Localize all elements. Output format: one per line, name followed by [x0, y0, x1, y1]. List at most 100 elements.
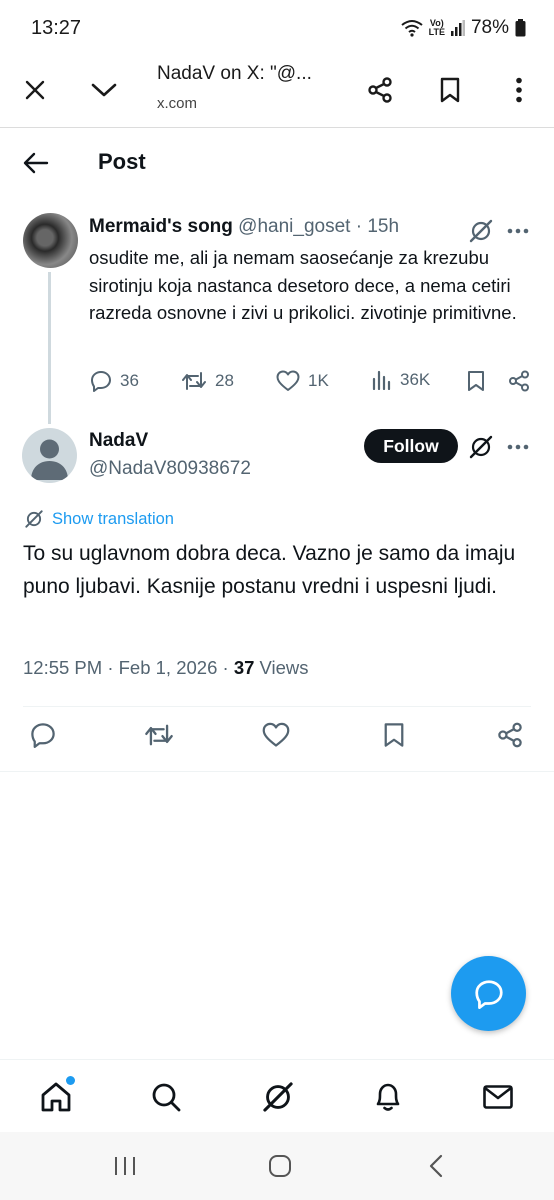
views-label: Views	[259, 657, 309, 678]
tweet-timestamp[interactable]: 12:55 PM · Feb 1, 2026 ·	[23, 657, 229, 678]
page-title: Post	[98, 149, 146, 174]
more-horizontal-icon	[507, 228, 529, 234]
tweet-actions	[0, 722, 554, 756]
heart-icon	[276, 370, 300, 391]
network-type: Vo) LTE	[428, 18, 445, 37]
share-icon	[498, 722, 522, 748]
battery-percent: 78%	[470, 17, 509, 38]
bookmark-icon	[440, 77, 460, 103]
close-tab-button[interactable]	[15, 70, 55, 110]
share-button[interactable]	[508, 370, 530, 392]
like-button[interactable]: 1K	[276, 370, 329, 392]
author-handle[interactable]: @NadaV80938672	[89, 458, 251, 480]
post-header: Post	[0, 128, 554, 194]
browser-page-title: NadaV on X: "@...	[157, 63, 312, 84]
status-bar: 13:27 Vo) LTE 78%	[0, 0, 554, 56]
more-horizontal-icon	[507, 444, 529, 450]
status-time: 13:27	[31, 17, 82, 39]
messages-icon	[483, 1085, 513, 1109]
repost-icon	[145, 724, 173, 746]
tweet-more-button[interactable]	[506, 218, 530, 244]
reply-icon	[31, 723, 55, 748]
follow-button[interactable]: Follow	[364, 429, 458, 463]
wifi-icon	[401, 19, 423, 37]
author-name[interactable]: NadaV	[89, 430, 148, 452]
repost-button[interactable]	[144, 722, 174, 748]
share-icon	[368, 77, 392, 103]
grok-icon	[469, 435, 493, 459]
compose-reply-icon	[474, 979, 503, 1009]
close-icon	[25, 80, 45, 100]
compose-reply-button[interactable]	[451, 956, 526, 1031]
divider	[23, 706, 531, 707]
back-system-button[interactable]	[416, 1150, 456, 1182]
tweet-author-line: Mermaid's song @hani_goset · 15h	[89, 216, 399, 238]
reply-button[interactable]: 36	[90, 370, 139, 392]
like-count: 1K	[308, 371, 329, 390]
avatar[interactable]	[22, 428, 77, 483]
author-name[interactable]: Mermaid's song	[89, 216, 233, 237]
view-count: 37	[233, 657, 255, 678]
minimize-tab-button[interactable]	[84, 70, 124, 110]
bottom-tab-bar	[0, 1059, 554, 1132]
bookmark-icon	[468, 371, 484, 391]
grok-button[interactable]	[468, 218, 494, 244]
reply-button[interactable]	[30, 722, 56, 748]
view-count: 36K	[400, 370, 431, 389]
views-button[interactable]: 36K	[372, 370, 430, 390]
chevron-left-icon	[429, 1154, 443, 1178]
tab-home[interactable]	[36, 1076, 76, 1117]
heart-icon	[262, 722, 290, 747]
home-button[interactable]	[260, 1150, 300, 1182]
search-icon	[152, 1083, 181, 1112]
status-indicators: Vo) LTE 78%	[401, 17, 526, 39]
avatar[interactable]	[23, 213, 78, 268]
tab-grok[interactable]	[258, 1077, 298, 1117]
share-button[interactable]	[497, 722, 523, 748]
arrow-left-icon	[23, 152, 49, 174]
share-page-button[interactable]	[360, 70, 400, 110]
grok-icon	[469, 219, 493, 243]
recent-apps-icon	[115, 1157, 135, 1175]
like-button[interactable]	[262, 722, 290, 748]
bookmark-button[interactable]	[466, 370, 486, 392]
divider	[0, 771, 554, 772]
battery-icon	[515, 19, 526, 37]
browser-url: x.com	[157, 95, 198, 112]
more-vertical-icon	[516, 77, 522, 103]
recent-apps-button[interactable]	[105, 1150, 145, 1182]
show-translation-link[interactable]: Show translation	[24, 509, 174, 529]
thread-line	[48, 272, 51, 424]
tab-notifications[interactable]	[368, 1077, 408, 1117]
tab-search[interactable]	[146, 1077, 186, 1117]
tweet-meta: 12:55 PM · Feb 1, 2026 · 37 Views	[23, 657, 309, 679]
tab-messages[interactable]	[478, 1077, 518, 1117]
grok-icon	[263, 1082, 293, 1112]
tweet-text: To su uglavnom dobra deca. Vazno je samo…	[23, 542, 516, 598]
tweet-age: · 15h	[355, 216, 400, 237]
browser-toolbar: NadaV on X: "@... x.com	[0, 56, 554, 128]
grok-icon	[25, 510, 43, 528]
share-icon	[509, 370, 529, 392]
back-button[interactable]	[18, 145, 54, 181]
repost-count: 28	[215, 371, 234, 390]
home-icon	[41, 1082, 71, 1112]
grok-button[interactable]	[468, 434, 494, 460]
browser-menu-button[interactable]	[499, 70, 539, 110]
show-translation-label: Show translation	[52, 509, 174, 528]
notifications-icon	[376, 1083, 400, 1111]
signal-icon	[450, 20, 465, 36]
default-avatar-icon	[31, 439, 68, 480]
repost-icon	[182, 372, 206, 390]
bookmark-page-button[interactable]	[430, 70, 470, 110]
notification-dot	[66, 1076, 75, 1085]
author-handle[interactable]: @hani_goset	[238, 216, 350, 237]
repost-button[interactable]: 28	[181, 370, 234, 392]
tweet-text: osudite me, ali ja nemam saosećanje za k…	[89, 247, 517, 323]
tweet-more-button[interactable]	[506, 434, 530, 460]
tweet-actions: 36 28 1K 36K	[0, 370, 554, 400]
reply-icon	[91, 371, 111, 392]
chevron-down-icon	[91, 83, 117, 97]
reply-count: 36	[120, 371, 139, 390]
bookmark-button[interactable]	[382, 722, 406, 748]
